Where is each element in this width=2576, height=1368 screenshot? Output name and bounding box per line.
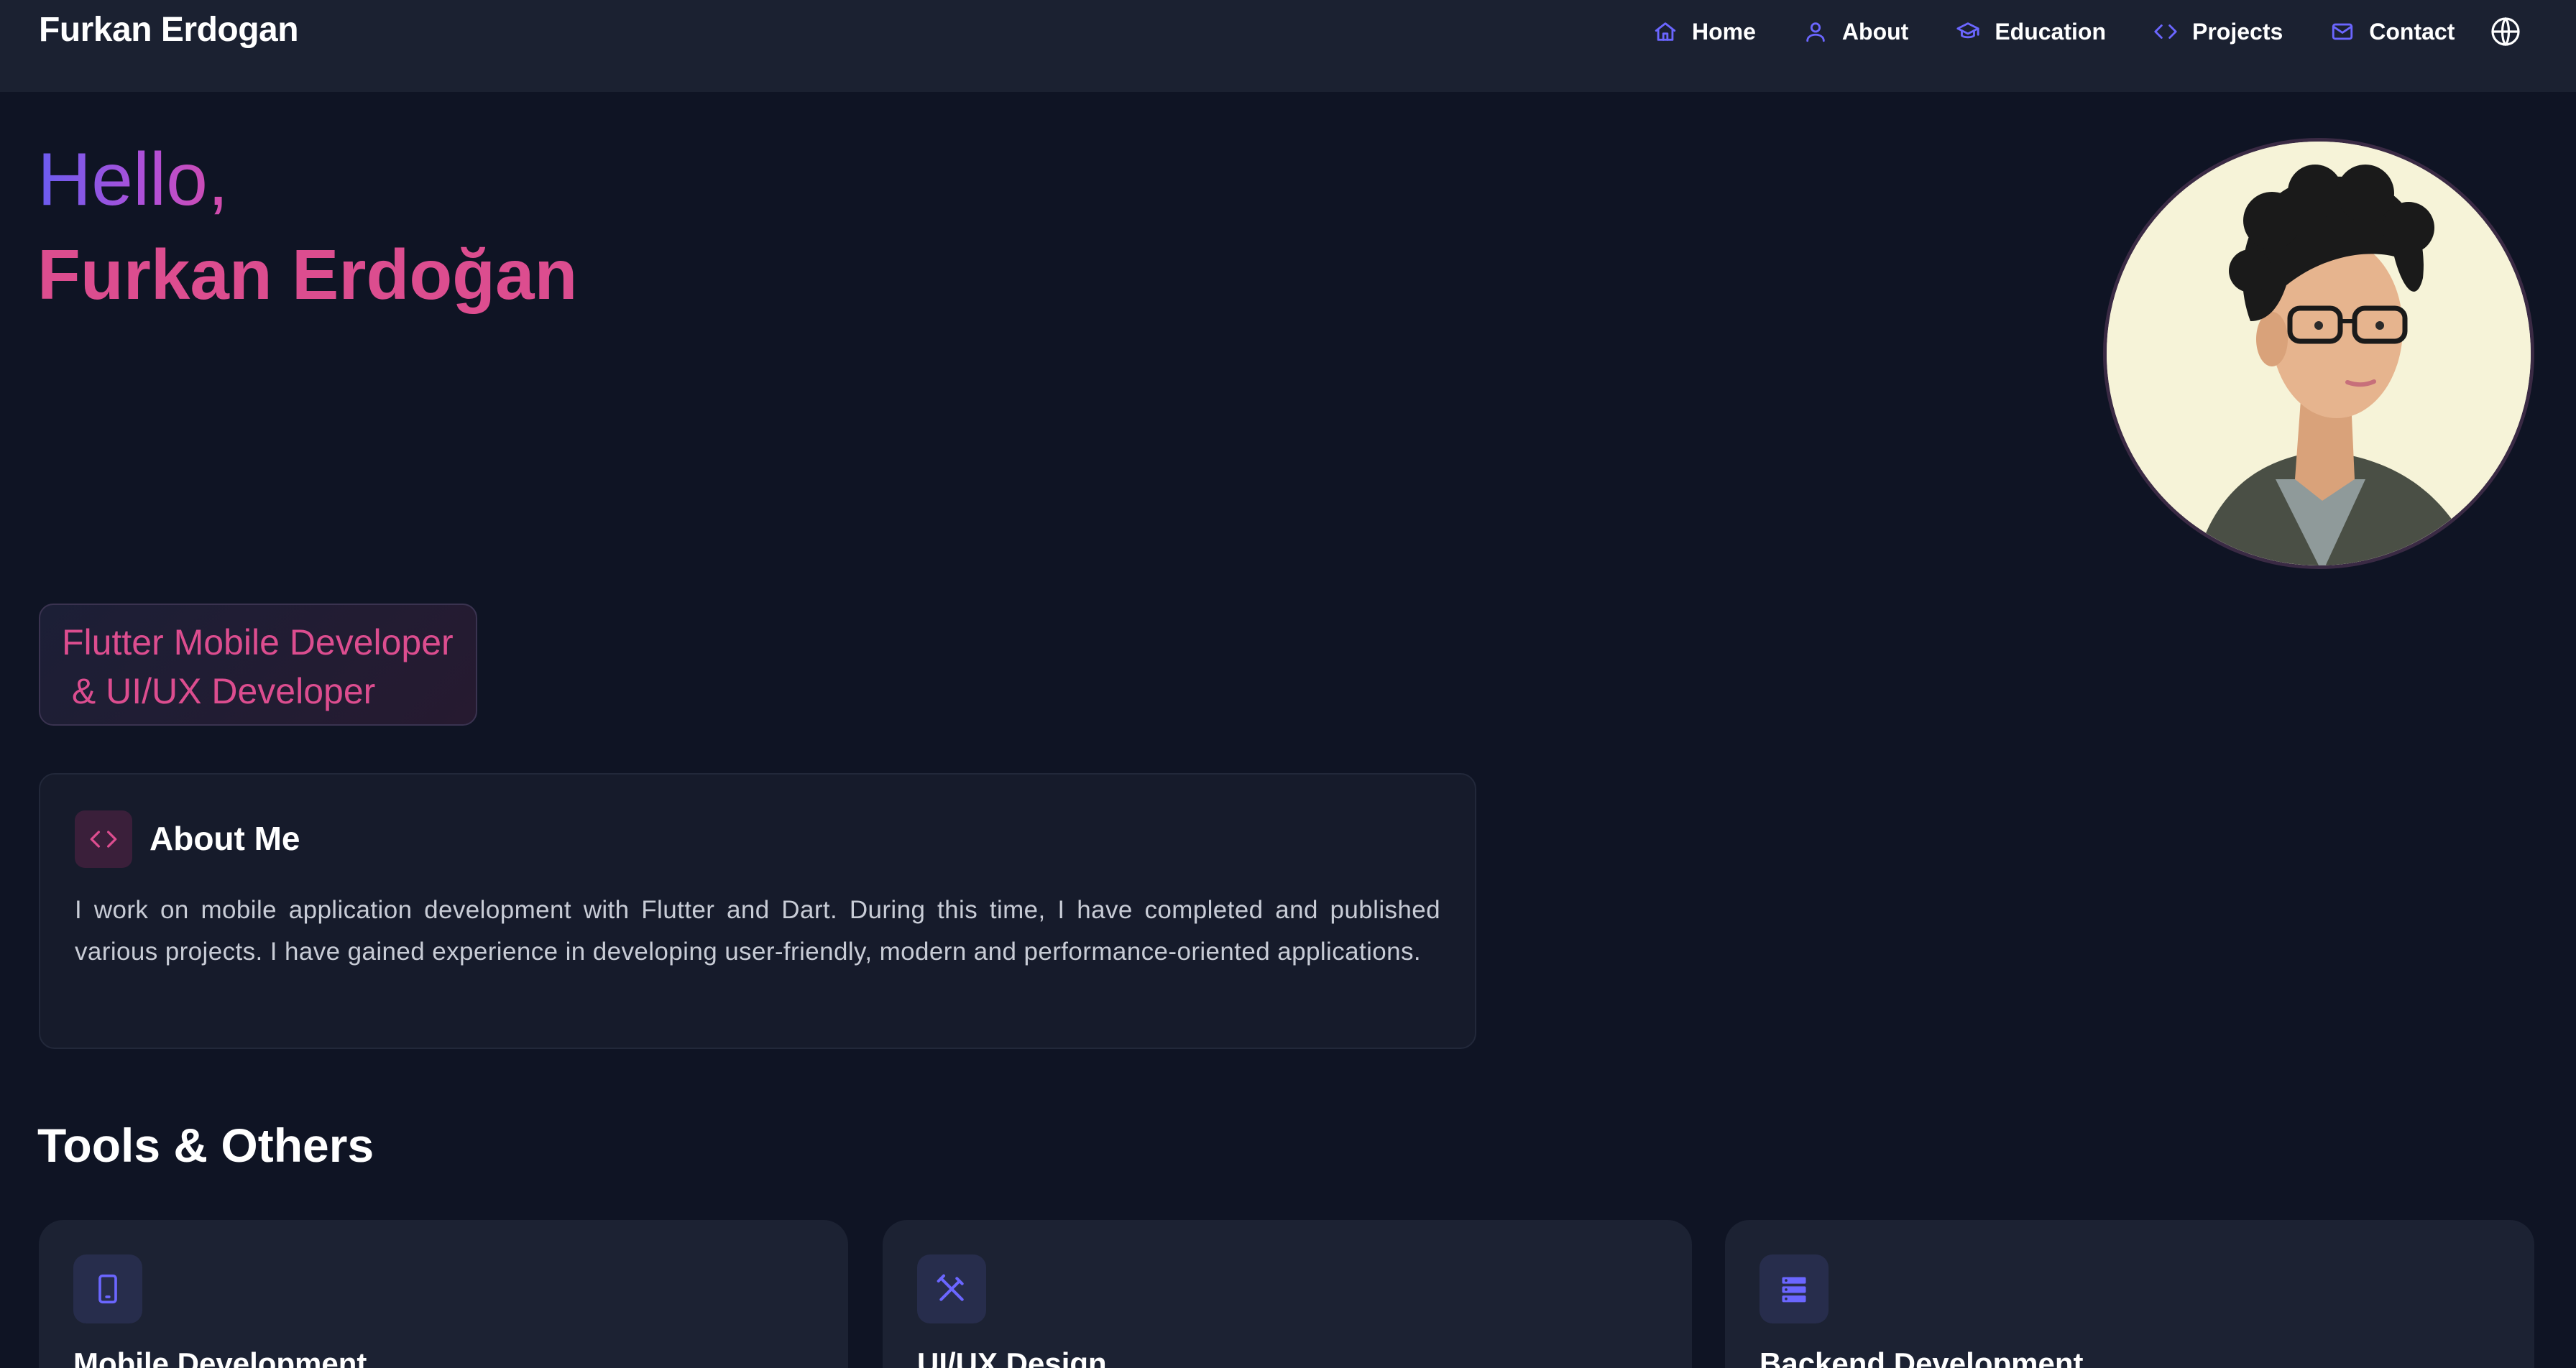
nav-item-about-label: About	[1841, 18, 1909, 45]
about-icon-badge	[75, 810, 132, 868]
nav-links: Home About Education Projects Contact	[1653, 16, 2455, 47]
mail-icon	[2332, 23, 2353, 40]
nav-item-projects-label: Projects	[2191, 18, 2283, 45]
tool-name: Mobile Development	[73, 1346, 367, 1368]
about-text: I work on mobile application development…	[75, 896, 1440, 966]
avatar-illustration	[2107, 142, 2531, 565]
tool-card-mobile-development[interactable]: Mobile Development	[39, 1220, 848, 1368]
nav-item-contact[interactable]: Contact	[2330, 16, 2455, 47]
role-badge: Flutter Mobile Developer & UI/UX Develop…	[39, 604, 477, 726]
graduation-cap-icon	[1956, 22, 1979, 39]
hero-name: Furkan Erdoğan	[37, 235, 578, 314]
smartphone-icon	[98, 1274, 117, 1304]
nav-item-projects[interactable]: Projects	[2153, 16, 2283, 47]
nav-item-education-label: Education	[1995, 18, 2106, 45]
about-card: About Me I work on mobile application de…	[39, 773, 1476, 1049]
tool-name: UI/UX Design	[917, 1346, 1107, 1368]
nav-item-home-label: Home	[1692, 18, 1756, 45]
top-navbar: Furkan Erdogan Home About Education Proj…	[0, 0, 2576, 92]
tool-icon-badge	[73, 1254, 142, 1323]
server-icon	[1782, 1277, 1806, 1303]
hero-greeting: Hello,	[37, 138, 229, 221]
user-icon	[1806, 22, 1825, 42]
tool-icon-badge	[917, 1254, 986, 1323]
profile-avatar	[2103, 138, 2534, 569]
home-icon	[1655, 22, 1676, 41]
tool-card-uiux-design[interactable]: UI/UX Design	[883, 1220, 1692, 1368]
globe-icon[interactable]	[2488, 14, 2523, 49]
role-line-2: & UI/UX Developer	[62, 671, 376, 711]
brand-logo-text[interactable]: Furkan Erdogan	[39, 10, 299, 50]
tool-card-backend-development[interactable]: Backend Development	[1725, 1220, 2534, 1368]
tool-icon-badge	[1760, 1254, 1828, 1323]
nav-item-contact-label: Contact	[2369, 18, 2455, 45]
nav-item-home[interactable]: Home	[1653, 16, 1756, 47]
code-icon	[2154, 24, 2177, 39]
design-tools-icon	[937, 1274, 964, 1301]
tools-section-title: Tools & Others	[37, 1119, 374, 1172]
tool-name: Backend Development	[1760, 1346, 2084, 1368]
about-title: About Me	[150, 820, 300, 857]
code-icon	[90, 831, 117, 848]
role-line-1: Flutter Mobile Developer	[62, 622, 454, 662]
nav-item-education[interactable]: Education	[1956, 16, 2106, 47]
nav-item-about[interactable]: About	[1803, 16, 1908, 47]
